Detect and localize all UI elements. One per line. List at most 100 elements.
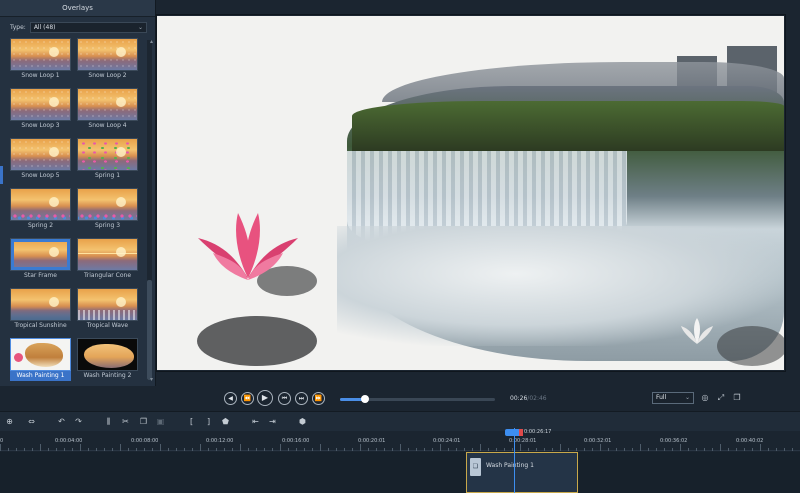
overlay-item[interactable]: Star Frame [10,238,71,282]
overlay-item[interactable]: Tropical Wave [77,288,138,332]
treeline-shape [352,101,784,151]
ruler-tick [56,448,57,451]
copy-icon[interactable]: ❐ [138,416,149,427]
step-forward-button[interactable]: ⏩ [312,392,325,405]
ruler-tick [32,448,33,451]
ruler-tick [512,448,513,451]
mark-in-icon[interactable]: [ [186,416,197,427]
preview-canvas[interactable] [157,16,784,370]
fit-icon[interactable]: ⇔ [26,416,37,427]
ruler-tick [344,448,345,451]
cut-icon[interactable]: ✂ [120,416,131,427]
ruler-tick [264,448,265,451]
ruler-tick [192,448,193,451]
video-editor: Overlays Type: All (48) ⌄ Snow Loop 1 Sno… [0,0,800,493]
overlay-item[interactable]: Tropical Sunshine [10,288,71,332]
ruler-tick [72,448,73,451]
playhead-line[interactable] [514,428,515,493]
go-start-icon[interactable]: ⇤ [250,416,261,427]
seek-handle[interactable] [360,395,369,403]
overlay-item[interactable]: Triangular Cone [77,238,138,282]
overlay-thumbnail [77,238,138,271]
ruler-tick [136,448,137,451]
type-dropdown[interactable]: All (48) ⌄ [29,21,147,33]
ruler-tick [768,448,769,451]
ruler-tick [752,448,753,451]
ruler-tick [672,448,673,451]
prev-clip-button[interactable]: ◀ [224,392,237,405]
overlay-thumbnail [10,338,71,371]
overlay-label: Star Frame [24,272,57,279]
ruler-tick [160,444,161,451]
overlay-item[interactable]: Wash Painting 1 [10,338,71,382]
zoom-icon[interactable]: ⊕ [4,416,15,427]
overlay-item[interactable]: Snow Loop 3 [10,88,71,132]
overlay-item[interactable]: Snow Loop 1 [10,38,71,82]
overlay-item[interactable]: Wash Painting 2 [77,338,138,382]
small-lotus-icon [681,318,713,344]
marker-icon[interactable]: ⬟ [220,416,231,427]
ruler-tick [504,448,505,451]
scroll-thumb[interactable] [147,280,152,380]
go-end-icon[interactable]: ⇥ [267,416,278,427]
overlay-item[interactable]: Snow Loop 4 [77,88,138,132]
timeline-ruler[interactable]: 0 0:00:04:00 0:00:08:00 0:00:12:00 0:00:16:0… [0,431,800,451]
timeline-clip[interactable]: ❏ Wash Painting 1 [466,452,578,493]
ruler-tick [536,448,537,451]
ruler-tick [256,448,257,451]
ruler-tick [424,448,425,451]
snapshot-icon[interactable]: ◎ [700,393,710,403]
ruler-tick [0,444,1,451]
zoom-dropdown[interactable]: Full ⌄ [652,392,694,404]
overlay-item[interactable]: Spring 1 [77,138,138,182]
ruler-tick [232,448,233,451]
overlay-label: Tropical Sunshine [14,322,67,329]
paste-icon[interactable]: ▣ [155,416,166,427]
ruler-tick [104,448,105,451]
panel-scrollbar[interactable] [147,40,152,380]
first-frame-button[interactable]: ⏮ [278,392,291,405]
ruler-tick [488,448,489,451]
undo-icon[interactable]: ↶ [56,416,67,427]
step-back-button[interactable]: ⏪ [241,392,254,405]
ruler-tick [392,448,393,451]
ruler-tick-label: 0:00:24:01 [433,438,461,444]
ruler-tick [440,444,441,451]
overlay-thumbnail [10,188,71,221]
play-button[interactable]: ▶ [257,390,273,406]
mark-out-icon[interactable]: ] [203,416,214,427]
scroll-up-icon[interactable]: ▴ [150,38,153,45]
ruler-tick [224,448,225,451]
ruler-tick [472,448,473,451]
lotus-flower-icon [198,213,298,280]
ruler-tick [360,444,361,451]
overlay-thumbnail [10,88,71,121]
ruler-tick [304,448,305,451]
split-icon[interactable]: ⫼ [103,416,114,427]
ruler-tick [496,448,497,451]
redo-icon[interactable]: ↷ [73,416,84,427]
ruler-tick [624,448,625,451]
ruler-tick [688,448,689,451]
detach-preview-icon[interactable]: ❐ [732,393,742,403]
overlay-item[interactable]: Snow Loop 2 [77,38,138,82]
ruler-tick [24,448,25,451]
seek-bar[interactable] [340,395,495,403]
overlay-thumbnail [77,288,138,321]
ruler-tick [744,448,745,451]
overlay-item[interactable]: Spring 3 [77,188,138,232]
overlay-label: Spring 2 [27,222,54,229]
ruler-tick [416,448,417,451]
fullscreen-icon[interactable]: ⤢ [716,393,726,403]
add-marker-icon[interactable]: ⬢ [297,416,308,427]
scroll-down-icon[interactable]: ▾ [150,376,153,383]
ruler-tick [168,448,169,451]
panel-resize-handle[interactable] [0,166,3,184]
current-time: 00:26 [510,395,528,402]
overlay-item[interactable]: Spring 2 [10,188,71,232]
ruler-tick [280,444,281,451]
overlay-item[interactable]: Snow Loop 5 [10,138,71,182]
last-frame-button[interactable]: ⏭ [295,392,308,405]
ruler-tick [184,448,185,451]
overlay-thumbnail [77,38,138,71]
